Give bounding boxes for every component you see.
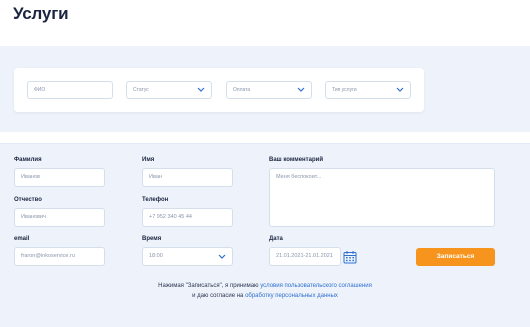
consent-line-1: Нажимая "Записаться", я принимаю условия… xyxy=(0,283,530,289)
time-select[interactable]: 18:00 xyxy=(142,247,233,266)
firstname-input[interactable]: Иван xyxy=(142,168,233,187)
firstname-label: Имя xyxy=(142,157,155,163)
service-type-select[interactable]: Тип услуги xyxy=(325,81,411,99)
phone-label: Телефон xyxy=(142,197,169,203)
payment-select-label: Оплата xyxy=(233,87,251,93)
filter-card: ФИО Статус Оплата Тип услуги xyxy=(14,68,424,112)
name-filter-placeholder: ФИО xyxy=(34,87,46,93)
privacy-link[interactable]: обработку персональных данных xyxy=(245,293,338,299)
terms-link[interactable]: условия пользовательского соглашения xyxy=(260,283,372,289)
submit-button[interactable]: Записаться xyxy=(416,248,495,266)
phone-input[interactable]: +7 952 340 45 44 xyxy=(142,208,233,227)
time-select-value: 18:00 xyxy=(149,253,163,259)
email-label: email xyxy=(14,236,30,242)
status-select[interactable]: Статус xyxy=(126,81,212,99)
date-label: Дата xyxy=(269,236,283,242)
filter-section: ФИО Статус Оплата Тип услуги xyxy=(0,46,530,132)
email-input[interactable]: fraron@inkoservice.ru xyxy=(14,247,105,266)
consent-text-1: Нажимая "Записаться", я принимаю xyxy=(158,283,259,289)
patronymic-input[interactable]: Иванович xyxy=(14,208,105,227)
time-label: Время xyxy=(142,236,162,242)
consent-line-2: и даю согласие на обработку персональных… xyxy=(0,293,530,299)
status-select-label: Статус xyxy=(133,87,149,93)
calendar-icon[interactable] xyxy=(343,250,357,264)
comment-textarea[interactable]: Меня беспокоит... xyxy=(269,168,495,227)
comment-label: Ваш комментарий xyxy=(269,157,324,163)
chevron-down-icon xyxy=(196,82,206,98)
chevron-down-icon xyxy=(395,82,405,98)
chevron-down-icon xyxy=(296,82,306,98)
patronymic-label: Отчество xyxy=(14,197,42,203)
date-range-input[interactable]: 21.01.2021-21.01.2021 xyxy=(269,247,341,266)
lastname-label: Фамилия xyxy=(14,157,42,163)
chevron-down-icon xyxy=(217,248,227,265)
lastname-input[interactable]: Иванов xyxy=(14,168,105,187)
name-filter-input[interactable]: ФИО xyxy=(27,81,113,99)
service-type-select-label: Тип услуги xyxy=(332,87,357,93)
page-title: Услуги xyxy=(13,4,69,23)
consent-text-2: и даю согласие на xyxy=(192,293,244,299)
payment-select[interactable]: Оплата xyxy=(226,81,312,99)
